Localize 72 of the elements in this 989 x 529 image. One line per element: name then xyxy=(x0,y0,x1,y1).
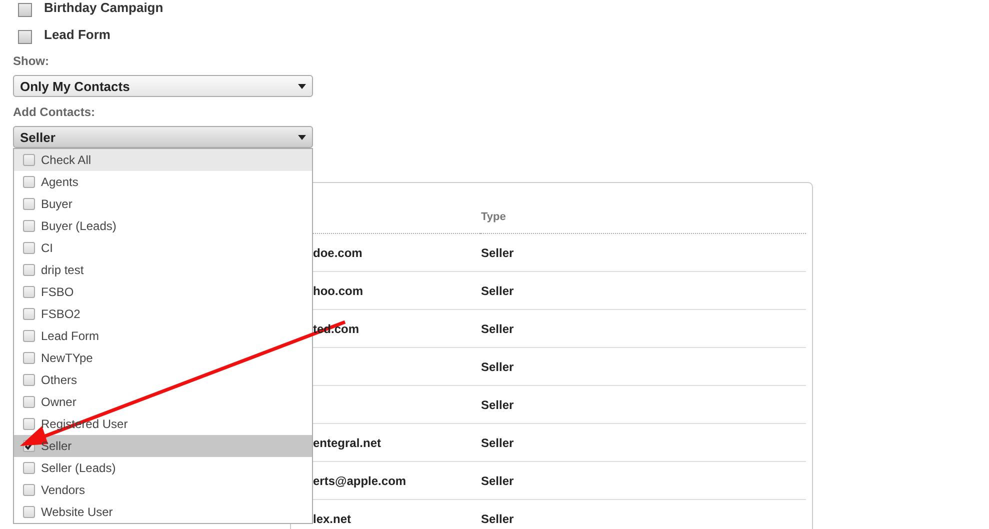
option-label: Seller xyxy=(41,439,72,453)
option-label: FSBO xyxy=(41,285,74,299)
menu-item[interactable]: FSBO2 xyxy=(14,303,312,325)
option-label: Website User xyxy=(41,505,113,519)
checkbox[interactable] xyxy=(23,242,35,254)
checkbox[interactable] xyxy=(23,286,35,298)
field-label: Show: xyxy=(13,54,50,68)
menu-item[interactable]: Owner xyxy=(14,391,312,413)
menu-item[interactable]: Seller (Leads) xyxy=(14,457,312,479)
checkbox[interactable] xyxy=(23,198,35,210)
option-label: Buyer xyxy=(41,197,72,211)
table-cell: Seller xyxy=(481,512,514,526)
field-label: Add Contacts: xyxy=(13,105,96,119)
option-label: NewTYpe xyxy=(41,351,93,365)
option-label: Agents xyxy=(41,175,78,189)
checkbox[interactable] xyxy=(23,220,35,232)
menu-item[interactable]: Seller xyxy=(14,435,312,457)
checkbox[interactable] xyxy=(23,176,35,188)
table-cell: Seller xyxy=(481,284,514,298)
checkbox[interactable] xyxy=(18,30,32,44)
table-cell: Seller xyxy=(481,322,514,336)
option-label: Vendors xyxy=(41,483,86,497)
option-label: Seller (Leads) xyxy=(41,461,116,475)
checkbox[interactable] xyxy=(23,330,35,342)
show-dropdown[interactable]: Only My Contacts xyxy=(13,75,313,97)
table-cell: doe.com xyxy=(313,246,362,260)
menu-item[interactable]: Vendors xyxy=(14,479,312,501)
checkbox[interactable] xyxy=(23,396,35,408)
checkbox[interactable] xyxy=(23,352,35,364)
checkbox-label: Birthday Campaign xyxy=(44,0,164,15)
caret-icon xyxy=(298,84,306,88)
caret-icon xyxy=(298,134,306,140)
menu-item[interactable]: Lead Form xyxy=(14,325,312,347)
table-cell: Seller xyxy=(481,474,514,488)
menu-item[interactable]: Buyer (Leads) xyxy=(14,215,312,237)
option-label: Check All xyxy=(41,153,92,167)
checkbox[interactable] xyxy=(23,506,35,518)
menu-item[interactable]: drip test xyxy=(14,259,312,281)
checkbox[interactable] xyxy=(23,264,35,276)
option-label: drip test xyxy=(41,263,84,277)
table-cell: erts@apple.com xyxy=(313,474,406,488)
checkbox[interactable] xyxy=(23,484,35,496)
table-cell: entegral.net xyxy=(313,436,382,450)
option-label: Lead Form xyxy=(41,329,100,343)
menu-item[interactable]: Agents xyxy=(14,171,312,193)
table-cell: lex.net xyxy=(313,512,352,526)
checkbox[interactable] xyxy=(23,308,35,320)
option-label: Buyer (Leads) xyxy=(41,219,116,233)
checkbox-label: Lead Form xyxy=(44,27,110,42)
option-label: FSBO2 xyxy=(41,307,80,321)
checkbox[interactable] xyxy=(23,462,35,474)
option-label: Owner xyxy=(41,395,76,409)
contacts-dropdown[interactable]: Seller xyxy=(13,126,313,148)
column-header: Type xyxy=(481,211,506,223)
checkbox[interactable] xyxy=(18,3,32,17)
table-cell: hoo.com xyxy=(313,284,363,298)
menu-item[interactable]: Others xyxy=(14,369,312,391)
menu-item[interactable]: Check All xyxy=(14,149,312,171)
table-cell: Seller xyxy=(481,398,514,412)
menu-item[interactable]: FSBO xyxy=(14,281,312,303)
checkbox[interactable] xyxy=(23,374,35,386)
menu-item[interactable]: Buyer xyxy=(14,193,312,215)
option-label: Others xyxy=(41,373,78,387)
table-cell: Seller xyxy=(481,436,514,450)
table-cell: Seller xyxy=(481,360,514,374)
checkbox[interactable] xyxy=(23,418,35,430)
checkbox[interactable] xyxy=(23,154,35,166)
table-cell: Seller xyxy=(481,246,514,260)
menu-item[interactable]: Website User xyxy=(14,501,312,523)
menu-item[interactable]: CI xyxy=(14,237,312,259)
menu-item[interactable]: NewTYpe xyxy=(14,347,312,369)
option-label: CI xyxy=(41,241,53,255)
